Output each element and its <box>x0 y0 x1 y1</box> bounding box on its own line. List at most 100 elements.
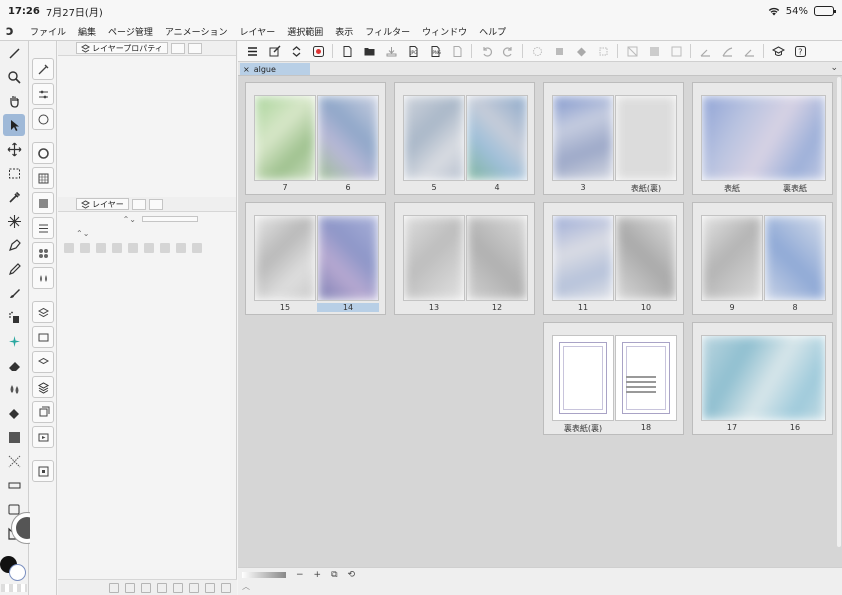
open-folder-icon[interactable] <box>359 42 379 60</box>
page-thumbnail[interactable] <box>403 95 465 181</box>
cloud-sync-icon[interactable] <box>308 42 328 60</box>
page-thumbnail[interactable] <box>466 215 528 301</box>
apply-mask-icon[interactable] <box>205 582 215 593</box>
eyedropper-tool-icon[interactable] <box>3 186 25 208</box>
page-spread[interactable]: 13 12 <box>394 202 535 315</box>
hamburger-menu-icon[interactable] <box>242 42 262 60</box>
page-thumbnail[interactable] <box>254 95 316 181</box>
help-icon[interactable]: ? <box>790 42 810 60</box>
draft-layer-icon[interactable] <box>176 243 186 253</box>
blend-mode-select[interactable]: ⌃⌄ <box>76 215 136 224</box>
page-spread[interactable]: 11 10 <box>543 202 684 315</box>
color-mixing-tab-icon[interactable] <box>32 267 54 289</box>
export-jpg-icon[interactable]: JPG <box>403 42 423 60</box>
page-spread[interactable]: 17 16 <box>692 322 833 435</box>
rotate-view-icon[interactable]: ⟲ <box>348 570 356 580</box>
auto-select-tool-icon[interactable] <box>3 210 25 232</box>
snap-to-special-ruler-icon[interactable] <box>717 42 737 60</box>
page-spread[interactable]: 表紙 裏表紙 <box>692 82 833 195</box>
move-layer-tool-icon[interactable] <box>3 138 25 160</box>
page-thumbnail[interactable] <box>615 215 677 301</box>
page-thumbnail[interactable] <box>615 95 677 181</box>
page-thumbnail[interactable] <box>403 215 465 301</box>
layer-search-mini-tab[interactable] <box>170 42 185 54</box>
color-set-tab-icon[interactable] <box>32 167 54 189</box>
page-thumbnail[interactable] <box>317 215 379 301</box>
lock-transparent-icon[interactable] <box>128 243 138 253</box>
layer-color-select-icon[interactable]: ⌃⌄ <box>76 229 89 238</box>
edit-page-icon[interactable] <box>264 42 284 60</box>
clip-layer-icon[interactable] <box>80 243 90 253</box>
brush-size-tab-icon[interactable] <box>32 108 54 130</box>
fill-tool-icon[interactable] <box>3 402 25 424</box>
page-spread[interactable]: 3 表紙(裏) <box>543 82 684 195</box>
layer-tab[interactable]: レイヤー <box>76 198 129 210</box>
enable-mask-icon[interactable] <box>144 243 154 253</box>
eraser-tool-icon[interactable] <box>3 354 25 376</box>
intermediate-color-tab-icon[interactable] <box>32 192 54 214</box>
redo-icon[interactable] <box>498 42 518 60</box>
menu-file[interactable]: ファイル <box>24 25 72 38</box>
layer-tab-icon[interactable] <box>32 376 54 398</box>
new-raster-layer-icon[interactable] <box>109 582 119 593</box>
approximate-color-tab-icon[interactable] <box>32 217 54 239</box>
page-spread[interactable]: 7 6 <box>245 82 386 195</box>
deselect-icon[interactable] <box>622 42 642 60</box>
page-thumbnail[interactable] <box>317 95 379 181</box>
snap-to-grid-icon[interactable] <box>739 42 759 60</box>
page-thumbnail[interactable] <box>254 215 316 301</box>
page-thumbnail[interactable] <box>552 95 614 181</box>
page-thumbnail[interactable] <box>466 95 528 181</box>
collapse-tool-palette-icon[interactable] <box>3 42 25 64</box>
operation-tool-icon[interactable] <box>3 114 25 136</box>
menu-help[interactable]: ヘルプ <box>473 25 512 38</box>
menu-layer[interactable]: レイヤー <box>234 25 282 38</box>
tool-property-tab-icon[interactable] <box>32 83 54 105</box>
undo-icon[interactable] <box>476 42 496 60</box>
menu-animation[interactable]: アニメーション <box>159 25 234 38</box>
reference-layer-icon[interactable] <box>96 243 106 253</box>
animation-cels-tab-icon[interactable] <box>32 401 54 423</box>
menu-selection[interactable]: 選択範囲 <box>281 25 329 38</box>
menu-page-management[interactable]: ページ管理 <box>102 25 159 38</box>
navigator-tab-icon[interactable] <box>32 351 54 373</box>
export-webtoon-icon[interactable] <box>447 42 467 60</box>
color-history-tab-icon[interactable] <box>32 242 54 264</box>
combine-layer-icon[interactable] <box>173 582 183 593</box>
animation-cels-mini-tab[interactable] <box>131 198 146 210</box>
transform-icon[interactable] <box>593 42 613 60</box>
page-thumbnail[interactable] <box>615 335 677 421</box>
new-vector-layer-icon[interactable] <box>125 582 135 593</box>
invert-selection-icon[interactable] <box>644 42 664 60</box>
color-wheel-tab-icon[interactable] <box>32 142 54 164</box>
lock-layer-icon[interactable] <box>112 243 122 253</box>
close-tab-icon[interactable]: × <box>243 65 250 74</box>
layer-color-icon[interactable] <box>64 243 74 253</box>
transparent-color-swatch[interactable] <box>1 584 27 592</box>
ruler-tool-icon[interactable] <box>3 474 25 496</box>
menu-window[interactable]: ウィンドウ <box>416 25 473 38</box>
page-thumbnail[interactable] <box>552 335 614 421</box>
zoom-in-button[interactable]: + <box>314 570 322 580</box>
gradient-tool-icon[interactable] <box>3 426 25 448</box>
layer-search-tab-icon[interactable] <box>32 326 54 348</box>
selection-tool-icon[interactable] <box>3 162 25 184</box>
page-thumbnail[interactable] <box>764 215 826 301</box>
page-spread[interactable]: 15 14 <box>245 202 386 315</box>
fit-pages-icon[interactable]: ⧉ <box>331 570 337 580</box>
decoration-tool-icon[interactable] <box>3 330 25 352</box>
page-order-icon[interactable] <box>286 42 306 60</box>
page-thumbnail[interactable] <box>701 335 826 421</box>
navigator-mini-tab[interactable] <box>187 42 202 54</box>
delete-layer-icon[interactable] <box>221 582 231 593</box>
save-icon[interactable] <box>381 42 401 60</box>
frame-border-tool-icon[interactable] <box>3 450 25 472</box>
layer-property-tab-icon[interactable] <box>32 301 54 323</box>
material-tab-icon[interactable] <box>32 460 54 482</box>
fill-selection-icon[interactable] <box>571 42 591 60</box>
layer-menu-icon[interactable] <box>192 243 202 253</box>
page-thumbnail[interactable] <box>701 215 763 301</box>
selection-area-icon[interactable] <box>666 42 686 60</box>
clip-studio-logo-icon[interactable]: ↄ <box>6 24 24 39</box>
learn-icon[interactable] <box>768 42 788 60</box>
